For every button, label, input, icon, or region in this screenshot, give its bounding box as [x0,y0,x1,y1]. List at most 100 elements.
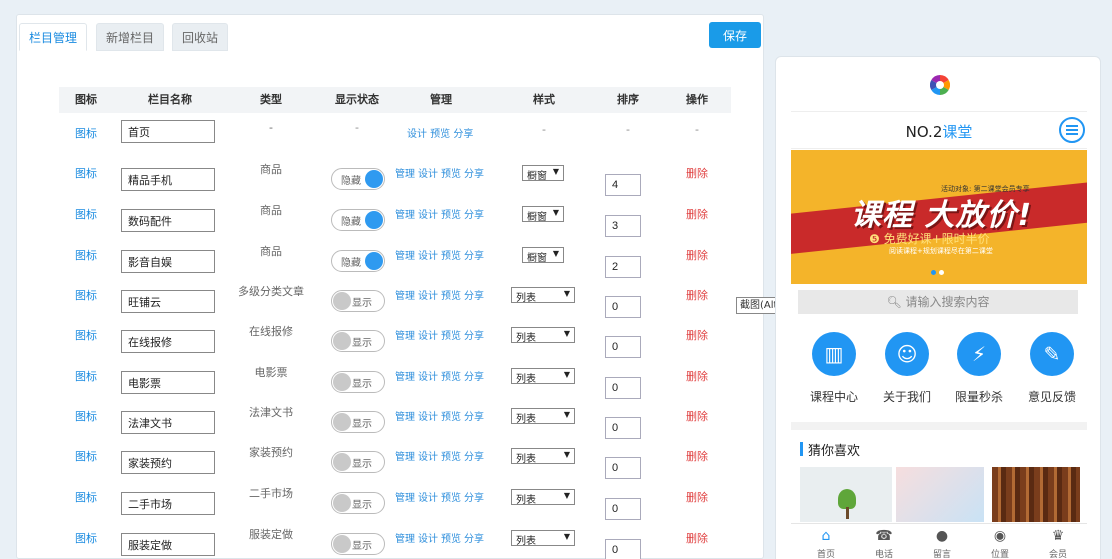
design-link[interactable]: 设计 [418,372,438,383]
order-input[interactable] [605,215,641,237]
search-bar[interactable]: 🔍︎ 请输入搜索内容 [798,290,1078,314]
tab-recycle-bin[interactable]: 回收站 [172,23,229,51]
carousel-dot[interactable] [939,270,944,275]
display-toggle[interactable]: 显示 [331,290,385,312]
order-input[interactable] [605,498,641,520]
share-link[interactable]: 分享 [464,412,484,423]
preview-link[interactable]: 预览 [441,210,461,221]
bottom-nav-item[interactable]: ♛ 会员 [1033,528,1083,559]
row-icon-link[interactable]: 图标 [75,448,97,464]
quick-link-1[interactable]: ▥ 课程中心 [804,332,864,412]
preview-link[interactable]: 预览 [441,169,461,180]
display-toggle[interactable]: 显示 [331,371,385,393]
display-toggle[interactable]: 显示 [331,330,385,352]
display-toggle[interactable]: 隐藏 [331,250,385,272]
style-select[interactable]: 列表 ▼ [511,489,575,506]
preview-link[interactable]: 预览 [441,534,461,545]
display-toggle[interactable]: 显示 [331,411,385,433]
delete-link[interactable]: 删除 [686,530,708,546]
delete-link[interactable]: 删除 [686,247,708,263]
manage-link[interactable]: 管理 [395,251,415,262]
design-link[interactable]: 设计 [418,534,438,545]
row-icon-link[interactable]: 图标 [75,165,97,181]
order-input[interactable] [605,377,641,399]
display-toggle[interactable]: 显示 [331,533,385,555]
style-select[interactable]: 列表 ▼ [511,368,575,385]
delete-link[interactable]: 删除 [686,368,708,384]
column-name-input[interactable] [121,330,215,353]
column-name-input[interactable] [121,209,215,232]
design-link[interactable]: 设计 [418,493,438,504]
share-link[interactable]: 分享 [464,534,484,545]
row-icon-link[interactable]: 图标 [75,206,97,222]
preview-link[interactable]: 预览 [441,412,461,423]
manage-link[interactable]: 管理 [395,331,415,342]
share-link[interactable]: 分享 [464,493,484,504]
delete-link[interactable]: 删除 [686,327,708,343]
style-select[interactable]: 列表 ▼ [511,448,575,465]
delete-link[interactable]: 删除 [686,489,708,505]
row-icon-link[interactable]: 图标 [75,489,97,505]
manage-link[interactable]: 管理 [395,169,415,180]
row-icon-link[interactable]: 图标 [75,327,97,343]
order-input[interactable] [605,457,641,479]
share-link[interactable]: 分享 [464,251,484,262]
style-select[interactable]: 列表 ▼ [511,287,575,304]
display-toggle[interactable]: 显示 [331,492,385,514]
design-link[interactable]: 设计 [418,412,438,423]
style-select[interactable]: 橱窗 ▼ [522,206,564,223]
preview-link[interactable]: 预览 [441,331,461,342]
style-select[interactable]: 列表 ▼ [511,327,575,344]
column-name-input[interactable] [121,120,215,143]
row-icon-link[interactable]: 图标 [75,287,97,303]
delete-link[interactable]: 删除 [686,206,708,222]
order-input[interactable] [605,174,641,196]
preview-link[interactable]: 预览 [441,493,461,504]
design-link[interactable]: 设计 [418,452,438,463]
product-thumb-3[interactable] [992,467,1080,522]
manage-links[interactable]: 设计 预览 分享 [407,125,473,140]
quick-link-2[interactable]: ☺ 关于我们 [877,332,937,412]
menu-icon[interactable] [1059,117,1085,143]
quick-link-4[interactable]: ✎ 意见反馈 [1022,332,1082,412]
column-name-input[interactable] [121,168,215,191]
carousel-dot[interactable] [931,270,936,275]
column-name-input[interactable] [121,371,215,394]
bottom-nav-item[interactable]: ◉ 位置 [975,528,1025,559]
product-thumb-1[interactable] [800,467,892,522]
manage-link[interactable]: 管理 [395,291,415,302]
bottom-nav-item[interactable]: ⌂ 首页 [801,528,851,559]
style-select[interactable]: 列表 ▼ [511,530,575,547]
column-name-input[interactable] [121,492,215,515]
delete-link[interactable]: 删除 [686,448,708,464]
preview-link[interactable]: 预览 [441,291,461,302]
design-link[interactable]: 设计 [418,169,438,180]
share-link[interactable]: 分享 [464,452,484,463]
column-name-input[interactable] [121,250,215,273]
display-toggle[interactable]: 显示 [331,451,385,473]
row-icon-link[interactable]: 图标 [75,530,97,546]
manage-link[interactable]: 管理 [395,534,415,545]
tab-column-management[interactable]: 栏目管理 [19,23,88,51]
manage-link[interactable]: 管理 [395,210,415,221]
preview-link[interactable]: 预览 [441,452,461,463]
save-button[interactable]: 保存 [709,22,761,48]
manage-link[interactable]: 管理 [395,493,415,504]
style-select[interactable]: 列表 ▼ [511,408,575,425]
product-thumb-2[interactable] [896,467,984,522]
order-input[interactable] [605,539,641,559]
column-name-input[interactable] [121,411,215,434]
row-icon-link[interactable]: 图标 [75,408,97,424]
design-link[interactable]: 设计 [418,291,438,302]
share-link[interactable]: 分享 [464,291,484,302]
preview-link[interactable]: 预览 [441,372,461,383]
order-input[interactable] [605,336,641,358]
display-toggle[interactable]: 隐藏 [331,168,385,190]
style-select[interactable]: 橱窗 ▼ [522,247,564,264]
bottom-nav-item[interactable]: ● 留言 [917,528,967,559]
column-name-input[interactable] [121,533,215,556]
row-icon-link[interactable]: 图标 [75,125,97,141]
style-select[interactable]: 橱窗 ▼ [522,165,564,182]
manage-link[interactable]: 管理 [395,452,415,463]
column-name-input[interactable] [121,451,215,474]
